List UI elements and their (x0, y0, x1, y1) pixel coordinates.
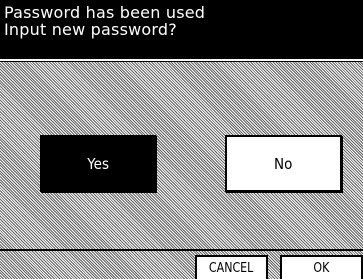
no-button-label: No (274, 154, 293, 173)
message-line-2: Input new password? (4, 20, 177, 39)
yes-button-label: Yes (87, 154, 109, 173)
no-button[interactable]: No (225, 135, 342, 192)
ok-button-label: OK (313, 261, 330, 276)
password-reuse-screen: Password has been used Input new passwor… (0, 0, 363, 279)
message-line-1: Password has been used (4, 3, 206, 22)
yes-button[interactable]: Yes (40, 135, 156, 192)
ok-button[interactable]: OK (280, 255, 363, 279)
cancel-button-label: CANCEL (209, 261, 254, 276)
dialog-panel: Yes No CANCEL OK (0, 61, 363, 279)
message-header: Password has been used Input new passwor… (0, 0, 363, 59)
cancel-button[interactable]: CANCEL (195, 255, 268, 279)
bottom-bar: CANCEL OK (0, 249, 363, 279)
